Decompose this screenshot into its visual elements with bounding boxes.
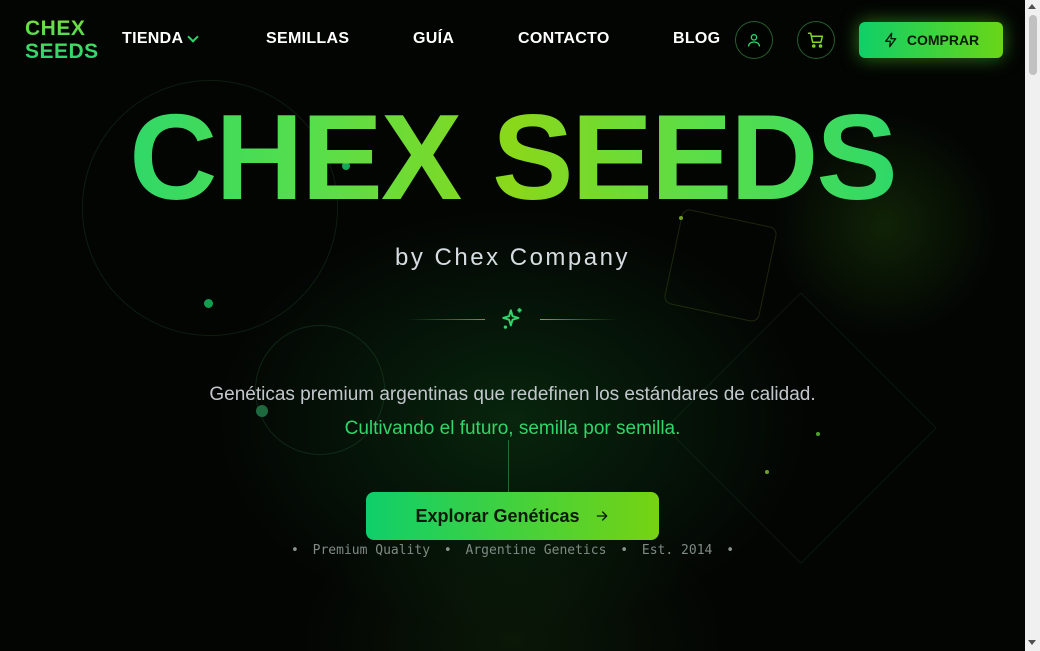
nav-item-label: GUÍA: [413, 30, 455, 47]
meta-bullet: •: [620, 543, 629, 558]
brand-logo[interactable]: CHEX SEEDS: [25, 17, 99, 63]
nav-item-semillas[interactable]: SEMILLAS: [266, 30, 349, 48]
page: CHEX SEEDS TIENDA SEMILLAS GUÍA CONTACTO…: [0, 0, 1025, 651]
scroll-down-arrow-icon[interactable]: [1028, 640, 1036, 645]
hero-meta: • Premium Quality • Argentine Genetics •…: [0, 543, 1025, 558]
cart-button[interactable]: [797, 21, 835, 59]
account-button[interactable]: [735, 21, 773, 59]
explore-genetics-label: Explorar Genéticas: [415, 505, 580, 526]
meta-bullet: •: [290, 543, 299, 558]
hero-tagline: Genéticas premium argentinas que redefin…: [209, 384, 816, 405]
meta-item: Argentine Genetics: [465, 543, 607, 558]
nav-item-label: BLOG: [673, 30, 721, 47]
hero-title: CHEX SEEDS: [0, 92, 1025, 222]
buy-button-label: COMPRAR: [906, 32, 980, 48]
nav-item-blog[interactable]: BLOG: [673, 30, 720, 48]
hero-tagline-accent: Cultivando el futuro, semilla por semill…: [344, 418, 681, 439]
sparkles-icon: [502, 308, 522, 329]
nav-item-label: SEMILLAS: [266, 30, 350, 47]
chevron-down-icon: [187, 31, 200, 43]
brand-logo-line2: SEEDS: [25, 40, 99, 63]
meta-bullet: •: [443, 543, 452, 558]
meta-bullet: •: [726, 543, 735, 558]
divider-line: [540, 319, 618, 320]
brand-logo-line1: CHEX: [25, 17, 86, 40]
shopping-cart-icon: [807, 32, 824, 48]
nav-item-contacto[interactable]: CONTACTO: [518, 30, 610, 48]
nav-item-tienda[interactable]: TIENDA: [122, 30, 200, 48]
scroll-up-arrow-icon[interactable]: [1028, 4, 1036, 9]
site-header: CHEX SEEDS TIENDA SEMILLAS GUÍA CONTACTO…: [0, 0, 1025, 80]
decorative-dot: [256, 405, 268, 417]
buy-button[interactable]: COMPRAR: [859, 22, 1003, 58]
meta-item: Est. 2014: [641, 543, 713, 558]
nav-item-guia[interactable]: GUÍA: [413, 30, 454, 48]
scrollbar[interactable]: [1025, 0, 1040, 651]
divider-line: [407, 319, 485, 320]
lightning-icon: [884, 32, 897, 48]
decorative-dot: [765, 470, 769, 474]
decorative-dot: [204, 299, 213, 308]
user-icon: [748, 34, 760, 47]
meta-item: Premium Quality: [312, 543, 431, 558]
explore-genetics-button[interactable]: Explorar Genéticas: [366, 492, 659, 540]
nav-item-label: CONTACTO: [518, 30, 610, 47]
nav-item-label: TIENDA: [122, 30, 184, 47]
arrow-right-icon: [596, 511, 607, 521]
scrollbar-thumb[interactable]: [1029, 15, 1037, 75]
hero-subtitle: by Chex Company: [395, 244, 630, 271]
decorative-line: [508, 440, 509, 492]
